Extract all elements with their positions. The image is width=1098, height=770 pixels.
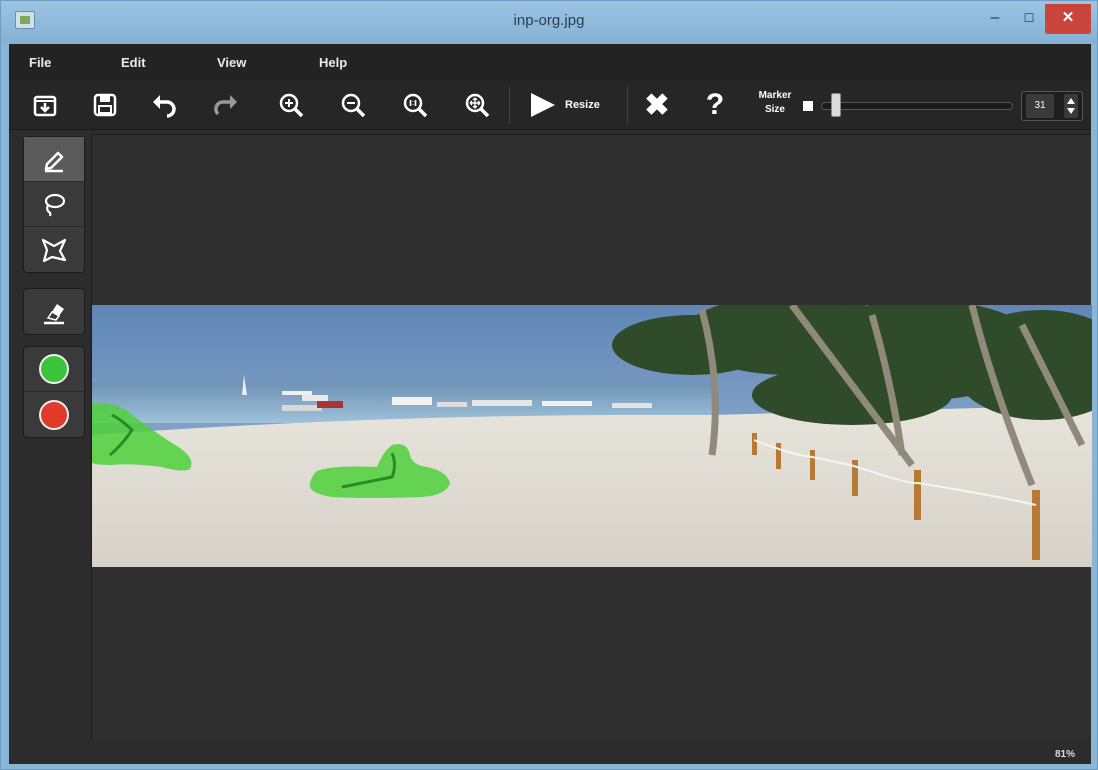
marker-pen-icon	[44, 151, 64, 173]
canvas-area[interactable]	[91, 134, 1092, 740]
lasso-tool[interactable]	[24, 182, 84, 227]
zoom-fit-button[interactable]	[455, 85, 499, 125]
menu-edit[interactable]: Edit	[121, 55, 146, 70]
marker-pen-tool[interactable]	[24, 137, 84, 182]
app-window: inp-org.jpg – ☐ ✕ File Edit View Help Re…	[0, 0, 1098, 770]
client-area: File Edit View Help Resize ✖ ? Marker Si…	[9, 44, 1092, 764]
zoom-actual-icon	[403, 93, 428, 118]
save-button[interactable]	[83, 85, 127, 125]
spin-down-icon[interactable]	[1067, 108, 1075, 114]
drawing-tools-group	[23, 136, 85, 273]
zoom-in-button[interactable]	[269, 85, 313, 125]
marker-size-slider-handle[interactable]	[830, 93, 841, 117]
menu-help[interactable]: Help	[319, 55, 347, 70]
clear-icon: ✖	[644, 88, 670, 122]
toolbar-separator	[509, 86, 510, 124]
marker-size-small-icon	[803, 101, 813, 111]
eraser-tool-group	[23, 288, 85, 335]
eraser-icon	[44, 303, 64, 324]
help-icon: ?	[705, 88, 725, 121]
marker-size-label: Marker Size	[758, 90, 792, 115]
image-canvas[interactable]	[92, 305, 1092, 567]
save-icon	[93, 93, 117, 117]
red-color-swatch[interactable]	[39, 399, 69, 430]
resize-label: Resize	[565, 99, 600, 111]
zoom-out-button[interactable]	[331, 85, 375, 125]
zoom-out-icon	[341, 93, 366, 118]
green-color-swatch[interactable]	[39, 354, 69, 384]
lasso-icon	[44, 193, 66, 217]
open-file-icon	[33, 95, 57, 117]
eraser-tool[interactable]	[24, 289, 84, 334]
play-icon	[531, 93, 555, 117]
polygon-tool[interactable]	[24, 227, 84, 272]
help-button[interactable]: ?	[693, 85, 737, 125]
menu-bar: File Edit View Help	[9, 44, 1091, 80]
color-tools-group	[23, 346, 85, 438]
beach-photo[interactable]	[92, 305, 1092, 567]
minimize-button[interactable]: –	[977, 4, 1013, 34]
foreground-color-tool[interactable]	[24, 347, 84, 392]
marker-size-slider[interactable]	[821, 102, 1013, 110]
redo-button[interactable]	[203, 85, 247, 125]
maximize-button[interactable]: ☐	[1011, 4, 1047, 34]
undo-button[interactable]	[143, 85, 187, 125]
open-file-button[interactable]	[23, 85, 67, 125]
close-button[interactable]: ✕	[1045, 4, 1091, 34]
zoom-actual-size-button[interactable]	[393, 85, 437, 125]
spin-up-icon[interactable]	[1067, 98, 1075, 104]
zoom-fit-icon	[465, 93, 490, 118]
zoom-status: 81%	[1054, 749, 1075, 760]
resize-button[interactable]: Resize	[515, 85, 619, 125]
toolbar: Resize ✖ ? Marker Size 31	[9, 80, 1091, 130]
title-bar[interactable]: inp-org.jpg – ☐ ✕	[1, 1, 1097, 44]
marker-size-value[interactable]: 31	[1026, 94, 1054, 118]
redo-icon	[214, 95, 237, 116]
polygon-icon	[41, 238, 67, 262]
undo-icon	[153, 95, 176, 118]
window-title: inp-org.jpg	[513, 12, 585, 29]
zoom-in-icon	[279, 93, 304, 118]
marker-size-spinbox[interactable]: 31	[1021, 91, 1083, 121]
background-color-tool[interactable]	[24, 392, 84, 437]
spinbox-arrows[interactable]	[1064, 94, 1078, 118]
toolbar-separator	[627, 86, 628, 124]
menu-view[interactable]: View	[217, 55, 246, 70]
menu-file[interactable]: File	[29, 55, 51, 70]
clear-button[interactable]: ✖	[635, 85, 679, 125]
